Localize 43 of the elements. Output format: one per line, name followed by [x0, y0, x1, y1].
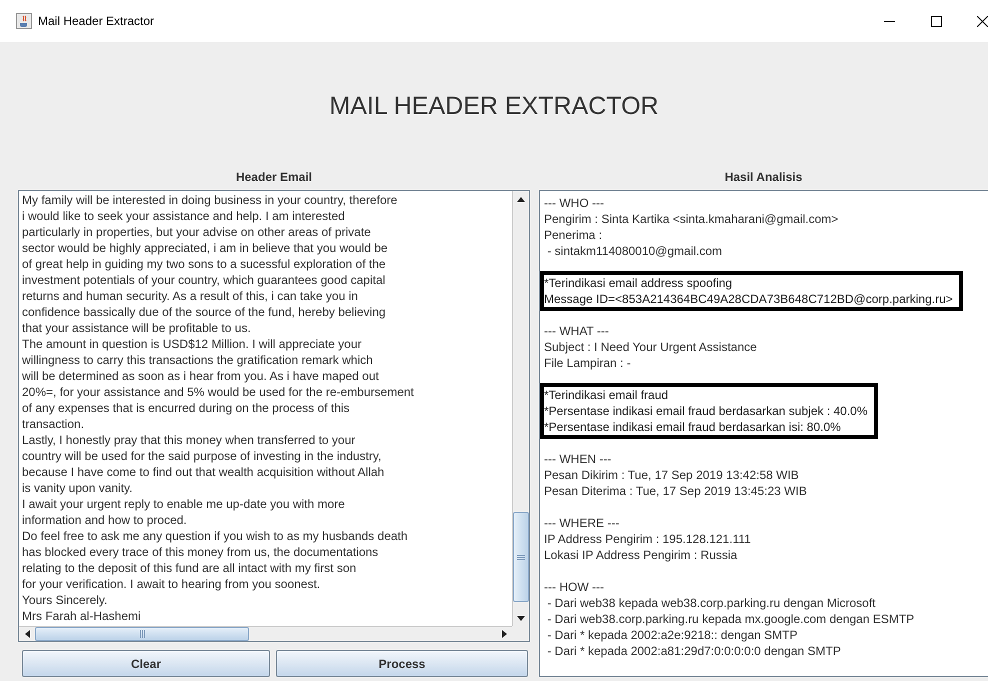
- scroll-left-icon[interactable]: [24, 630, 30, 638]
- scroll-thumb[interactable]: [513, 512, 529, 602]
- panel-label: Hasil Analisis: [724, 170, 802, 186]
- result-line: IP Address Pengirim : 195.128.121.111: [544, 531, 752, 547]
- result-line: Pesan Diterima : Tue, 17 Sep 2019 13:45:23 WIB: [544, 483, 808, 499]
- result-line: File Lampiran : -: [544, 355, 632, 371]
- result-line: Pengirim : Sinta Kartika <sinta.kmaharani@gmail.com>: [544, 211, 840, 227]
- result-line: - sintakm114080010@gmail.com: [546, 243, 724, 259]
- result-line: - Dari web38.corp.parking.ru kepada mx.google.com dengan ESMTP: [546, 611, 916, 627]
- result-line: --- WHAT ---: [544, 323, 610, 339]
- result-line: Message ID=<853A214364BC49A28CDA73B648C712BD@corp.parking.ru>: [544, 291, 953, 307]
- result-line: *Persentase indikasi email fraud berdasarkan isi: 80.0%: [544, 419, 842, 435]
- result-line: *Persentase indikasi email fraud berdasarkan subjek : 40.0%: [544, 403, 868, 419]
- result-line: Subject : I Need Your Urgent Assistance: [544, 339, 758, 355]
- scroll-up-icon[interactable]: [517, 196, 525, 202]
- result-line: Penerima :: [544, 227, 604, 243]
- app-heading: MAIL HEADER EXTRACTOR: [328, 90, 660, 122]
- result-line: --- HOW ---: [544, 579, 605, 595]
- result-line: --- WHO ---: [544, 195, 605, 211]
- vertical-scrollbar[interactable]: [512, 191, 529, 626]
- result-line: --- WHERE ---: [544, 515, 620, 531]
- app-icon: [16, 13, 32, 29]
- grip-icon: [140, 630, 144, 638]
- minimize-icon[interactable]: [884, 20, 895, 22]
- grip-icon: [517, 554, 525, 560]
- process-button[interactable]: Process: [276, 650, 528, 677]
- result-line: Lokasi IP Address Pengirim : Russia: [544, 547, 738, 563]
- result-line: *Terindikasi email fraud: [544, 387, 670, 403]
- result-line: --- WHEN ---: [544, 451, 612, 467]
- scroll-right-icon[interactable]: [502, 630, 506, 638]
- maximize-icon[interactable]: [931, 16, 942, 26]
- result-line: Pesan Dikirim : Tue, 17 Sep 2019 13:42:58 WIB: [544, 467, 800, 483]
- scroll-thumb[interactable]: [35, 627, 249, 641]
- result-line: - Dari * kepada 2002:a81:29d7:0:0:0:0:0 dengan SMTP: [546, 643, 842, 659]
- scroll-down-icon[interactable]: [517, 616, 525, 620]
- result-line: - Dari * kepada 2002:a2e:9218:: dengan SMTP: [546, 627, 798, 643]
- window-title: Mail Header Extractor: [38, 14, 154, 28]
- panel-label: Header Email: [236, 170, 312, 186]
- close-icon[interactable]: [977, 16, 988, 26]
- clear-button[interactable]: Clear: [22, 650, 270, 677]
- result-line: - Dari web38 kepada web38.corp.parking.ru dengan Microsoft: [546, 595, 877, 611]
- horizontal-scrollbar[interactable]: [19, 626, 512, 641]
- result-line: *Terindikasi email address spoofing: [544, 275, 734, 291]
